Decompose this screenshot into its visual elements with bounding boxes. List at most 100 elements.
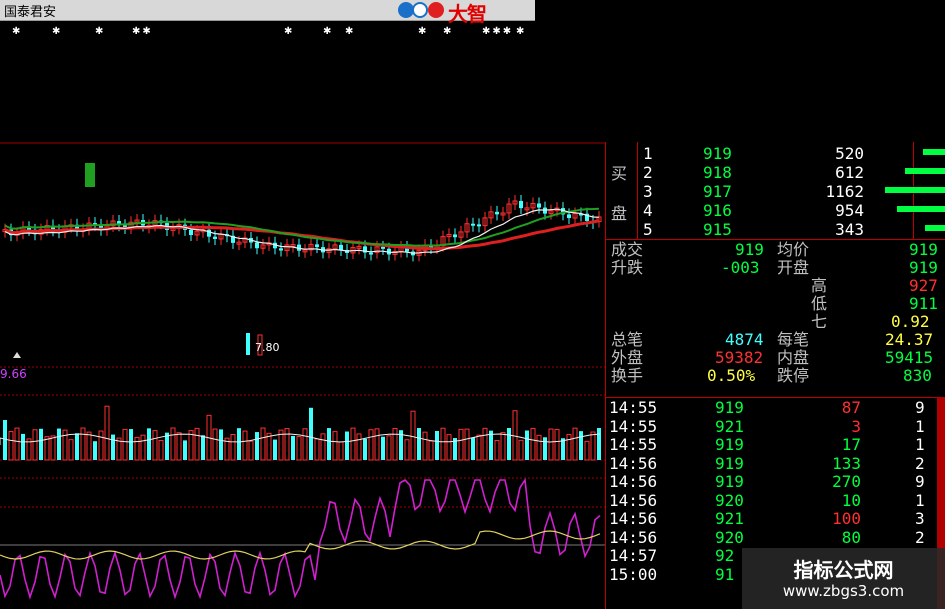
quote-value: -003 bbox=[721, 258, 760, 277]
volume-bar bbox=[68, 439, 74, 461]
volume-bar bbox=[404, 439, 410, 461]
order-price: 919 bbox=[703, 144, 732, 163]
volume-bar bbox=[230, 434, 236, 461]
tick-time: 14:57 bbox=[609, 546, 658, 565]
volume-bar bbox=[440, 427, 446, 461]
volume-bar bbox=[147, 428, 151, 460]
buy-side-label: 买 bbox=[611, 164, 628, 183]
quote-value: 911 bbox=[909, 294, 938, 313]
order-price: 916 bbox=[703, 201, 732, 220]
volume-bar bbox=[392, 428, 398, 461]
volume-bar bbox=[134, 436, 140, 461]
volume-bar bbox=[248, 440, 254, 461]
volume-bar bbox=[8, 431, 14, 461]
volume-bar bbox=[500, 432, 506, 461]
quote-label: 高 bbox=[811, 276, 828, 295]
candle-body bbox=[519, 200, 523, 209]
tick-vol: 87 bbox=[841, 398, 861, 417]
volume-bar bbox=[255, 432, 259, 460]
candle-body bbox=[453, 234, 457, 238]
quote-value: 919 bbox=[735, 240, 764, 259]
volume-bar bbox=[381, 436, 385, 460]
order-level[interactable]: 2 bbox=[643, 164, 653, 182]
volume-bar bbox=[104, 405, 110, 461]
volume-bar bbox=[350, 427, 356, 461]
volume-bar bbox=[86, 431, 92, 461]
volume-bar bbox=[93, 441, 97, 460]
tick-time: 15:00 bbox=[609, 564, 658, 584]
quote-value: 0.50% bbox=[707, 366, 756, 385]
candle-body bbox=[339, 244, 343, 250]
volume-bar bbox=[165, 432, 169, 460]
volume-bar bbox=[422, 431, 428, 461]
volume-bar bbox=[482, 427, 488, 461]
tick-price: 921 bbox=[715, 416, 744, 436]
quote-value: 830 bbox=[903, 366, 932, 385]
volume-bar bbox=[176, 432, 182, 461]
volume-bar bbox=[476, 434, 482, 461]
quote-value: 927 bbox=[909, 276, 938, 295]
quote-value: 919 bbox=[909, 240, 938, 259]
candlestick-series bbox=[2, 163, 602, 262]
price-marker-label: 7.80 bbox=[255, 341, 280, 354]
quote-value: 919 bbox=[909, 258, 938, 277]
quote-panel: 买 盘 1 919 520 2 918 612 3 917 1162 4 916… bbox=[605, 142, 945, 609]
volume-bar bbox=[548, 428, 554, 461]
volume-bar bbox=[368, 429, 374, 461]
tick-n: 2 bbox=[915, 527, 925, 547]
order-level[interactable]: 3 bbox=[643, 183, 653, 201]
volume-bar bbox=[579, 431, 583, 460]
volume-bar bbox=[302, 428, 308, 461]
volume-bar bbox=[572, 427, 578, 461]
volume-bar bbox=[417, 428, 421, 460]
volume-bar bbox=[75, 433, 79, 460]
depth-bar bbox=[925, 225, 945, 231]
volume-bar bbox=[122, 428, 128, 461]
quote-value: 24.37 bbox=[885, 330, 934, 349]
volume-bar bbox=[435, 430, 439, 460]
volume-bar bbox=[284, 428, 290, 461]
depth-bar bbox=[923, 149, 945, 155]
volume-bars bbox=[0, 405, 601, 461]
stock-chart[interactable]: 7.80 9.66 bbox=[0, 0, 605, 609]
tick-vol: 80 bbox=[841, 527, 861, 547]
tick-time: 14:56 bbox=[609, 490, 658, 510]
tick-n: 3 bbox=[915, 509, 925, 528]
tick-n: 2 bbox=[915, 453, 925, 473]
quote-label: 每笔 bbox=[777, 330, 810, 349]
tick-price: 920 bbox=[715, 490, 744, 510]
tick-price: 919 bbox=[715, 398, 744, 417]
quote-value: 0.92 bbox=[891, 312, 930, 331]
volume-bar bbox=[44, 436, 50, 461]
volume-bar bbox=[320, 433, 326, 461]
tick-time: 14:55 bbox=[609, 435, 658, 454]
tick-vol: 270 bbox=[832, 472, 861, 491]
volume-bar bbox=[260, 427, 266, 461]
tick-vol: 10 bbox=[841, 490, 861, 510]
watermark-url: www.zbgs3.com bbox=[782, 582, 905, 600]
volume-bar bbox=[3, 420, 7, 460]
volume-bar bbox=[152, 430, 158, 461]
order-level[interactable]: 5 bbox=[643, 221, 653, 239]
volume-bar bbox=[464, 428, 470, 461]
volume-bar bbox=[530, 427, 536, 461]
volume-bar bbox=[386, 435, 392, 461]
volume-bar bbox=[183, 440, 187, 460]
volume-bar bbox=[489, 430, 493, 460]
volume-bar bbox=[525, 430, 529, 460]
volume-bar bbox=[111, 434, 115, 460]
volume-bar bbox=[80, 427, 86, 461]
volume-bar bbox=[554, 428, 560, 461]
candle-body bbox=[255, 242, 259, 249]
volume-bar bbox=[458, 428, 464, 461]
volume-bar bbox=[518, 439, 524, 461]
volume-bar bbox=[428, 440, 434, 461]
volume-bar bbox=[590, 431, 596, 461]
tick-n: 1 bbox=[915, 435, 925, 454]
order-level[interactable]: 1 bbox=[643, 145, 653, 163]
tick-vol: 3 bbox=[851, 416, 861, 436]
quote-label: 外盘 bbox=[611, 348, 644, 367]
tick-price: 921 bbox=[715, 509, 744, 528]
order-level[interactable]: 4 bbox=[643, 202, 653, 220]
tick-n: 9 bbox=[915, 398, 925, 417]
